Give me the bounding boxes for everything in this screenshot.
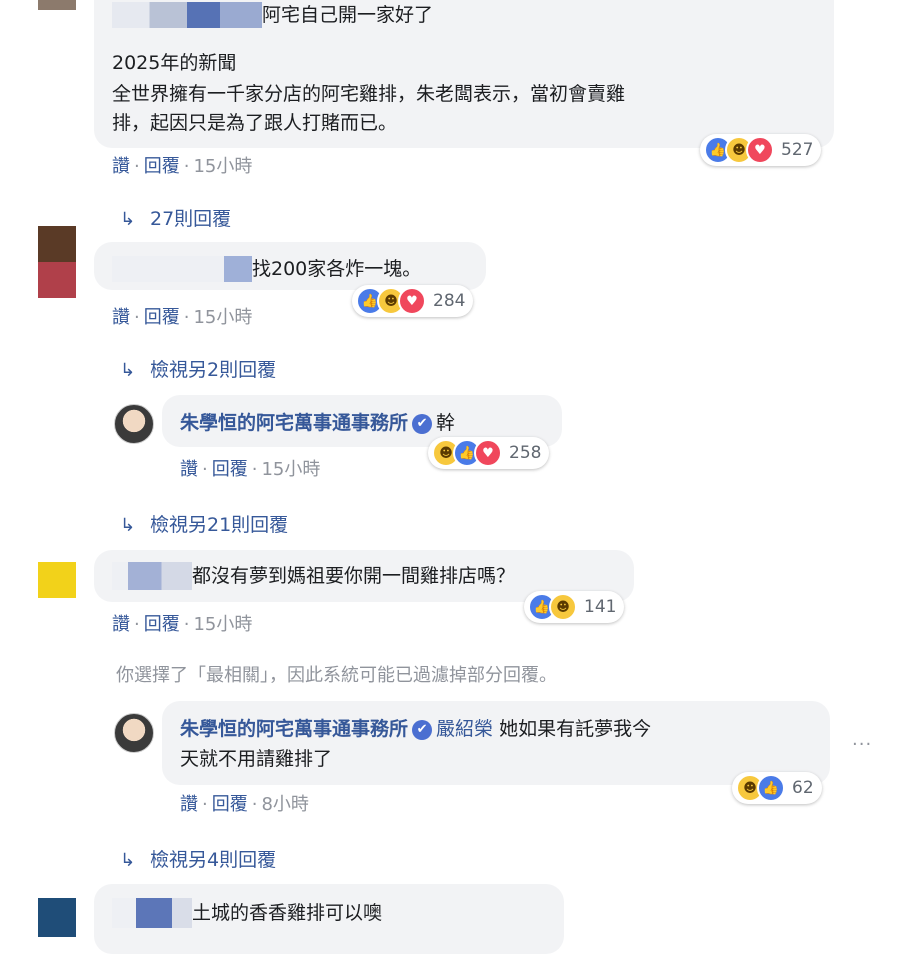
comment-text: 排，起因只是為了跟人打賭而已。 [112, 112, 398, 134]
comment-text: 土城的香香雞排可以噢 [192, 902, 383, 924]
reply-text-line: 朱學恒的阿宅萬事通事務所 ✔ 幹 [180, 410, 455, 437]
reaction-count: 527 [781, 140, 814, 160]
verified-badge-icon: ✔ [412, 720, 433, 740]
reply-text: 她如果有託夢我今 [499, 718, 652, 740]
view-replies-link[interactable]: ↳ 27則回覆 [120, 204, 231, 231]
blurred-author-name [112, 562, 192, 590]
like-button[interactable]: 讚 [112, 307, 130, 328]
timestamp[interactable]: 15小時 [261, 459, 320, 480]
avatar[interactable] [38, 562, 76, 598]
like-button[interactable]: 讚 [180, 459, 198, 480]
reply-text: 天就不用請雞排了 [180, 748, 333, 770]
timestamp[interactable]: 15小時 [193, 156, 252, 177]
reply-button[interactable]: 回覆 [144, 307, 180, 328]
timestamp[interactable]: 8小時 [261, 794, 308, 815]
avatar[interactable] [38, 226, 76, 298]
blurred-author-name [112, 2, 262, 28]
view-replies-link[interactable]: ↳ 檢視另21則回覆 [120, 510, 288, 537]
reaction-count: 141 [584, 597, 617, 617]
timestamp[interactable]: 15小時 [193, 307, 252, 328]
heart-icon: ♥ [474, 439, 502, 467]
page-author-link[interactable]: 朱學恒的阿宅萬事通事務所 [180, 412, 408, 434]
comment-text: 找200家各炸一塊。 [252, 258, 422, 280]
comment-text: 全世界擁有一千家分店的阿宅雞排，朱老闆表示，當初會賣雞 [112, 83, 626, 105]
avatar[interactable] [38, 898, 76, 937]
comment-text: 都沒有夢到媽祖要你開一間雞排店嗎？ [192, 565, 516, 587]
reply-button[interactable]: 回覆 [144, 156, 180, 177]
heart-icon: ♥ [746, 136, 774, 164]
verified-badge-icon: ✔ [412, 414, 433, 434]
reactions-summary[interactable]: ☻ 👍 62 [732, 772, 822, 804]
blurred-author-name [112, 256, 252, 282]
reactions-summary[interactable]: 👍 ☻ ♥ 284 [352, 285, 474, 317]
page-avatar[interactable] [114, 404, 154, 444]
reply-text-line: 朱學恒的阿宅萬事通事務所 ✔ 嚴紹榮 她如果有託夢我今 [180, 716, 651, 743]
like-button[interactable]: 讚 [112, 156, 130, 177]
heart-icon: ♥ [398, 287, 426, 315]
comment-text: 2025年的新聞 [112, 52, 237, 74]
filter-notice: 你選擇了「最相關」，因此系統可能已過濾掉部分回覆。 [116, 665, 557, 686]
reactions-summary[interactable]: 👍 ☻ ♥ 527 [700, 134, 822, 166]
reply-button[interactable]: 回覆 [212, 459, 248, 480]
view-replies-link[interactable]: ↳ 檢視另4則回覆 [120, 845, 276, 872]
reply-text: 幹 [436, 412, 456, 434]
like-icon: 👍 [757, 774, 785, 802]
reply-arrow-icon: ↳ [120, 850, 136, 871]
page-author-link[interactable]: 朱學恒的阿宅萬事通事務所 [180, 718, 408, 740]
avatar[interactable] [38, 0, 76, 10]
reply-button[interactable]: 回覆 [144, 614, 180, 635]
like-button[interactable]: 讚 [180, 794, 198, 815]
like-button[interactable]: 讚 [112, 614, 130, 635]
reaction-count: 258 [509, 443, 542, 463]
comment-text: 阿宅自己開一家好了 [262, 4, 434, 26]
comment-actions: 讚 · 回覆 · 15小時 [112, 307, 253, 328]
reply-arrow-icon: ↳ [120, 515, 136, 536]
view-replies-link[interactable]: ↳ 檢視另2則回覆 [120, 355, 276, 382]
reaction-count: 62 [792, 778, 814, 798]
reply-actions: 讚 · 回覆 · 15小時 [180, 459, 321, 480]
page-avatar[interactable] [114, 713, 154, 753]
mention-link[interactable]: 嚴紹榮 [436, 718, 493, 740]
timestamp[interactable]: 15小時 [193, 614, 252, 635]
comment-actions: 讚 · 回覆 · 15小時 [112, 156, 253, 177]
reaction-count: 284 [433, 291, 466, 311]
reactions-summary[interactable]: ☻ 👍 ♥ 258 [428, 437, 550, 469]
reactions-summary[interactable]: 👍 ☻ 141 [524, 591, 625, 623]
more-options-icon[interactable]: ··· [852, 734, 872, 755]
reply-button[interactable]: 回覆 [212, 794, 248, 815]
comment-actions: 讚 · 回覆 · 15小時 [112, 614, 253, 635]
haha-icon: ☻ [549, 593, 577, 621]
reply-arrow-icon: ↳ [120, 360, 136, 381]
reply-arrow-icon: ↳ [120, 209, 136, 230]
blurred-author-name [112, 898, 192, 928]
reply-actions: 讚 · 回覆 · 8小時 [180, 794, 309, 815]
